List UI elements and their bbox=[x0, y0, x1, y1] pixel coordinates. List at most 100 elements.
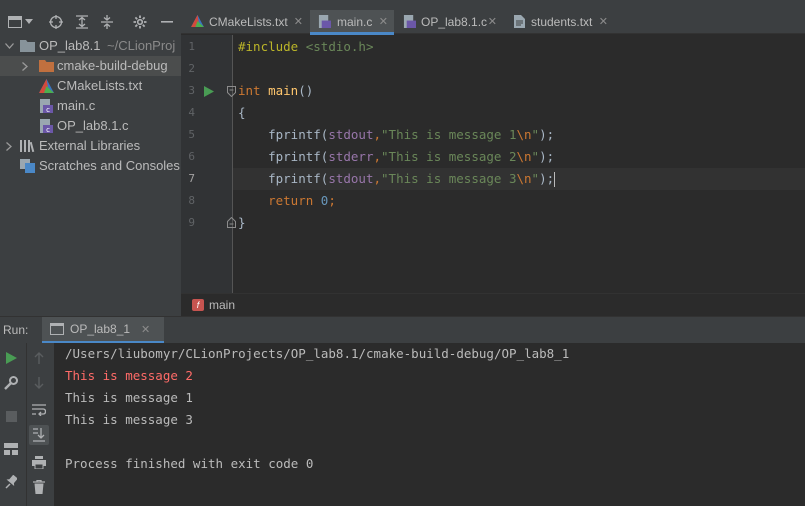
code-line-3: int main() bbox=[238, 83, 313, 98]
project-toolbar bbox=[0, 10, 181, 34]
stop-icon[interactable] bbox=[2, 407, 20, 425]
locate-file-icon[interactable] bbox=[47, 13, 65, 31]
tree-item-scratches[interactable]: Scratches and Consoles bbox=[0, 156, 181, 176]
up-arrow-icon[interactable] bbox=[30, 349, 48, 367]
tab-op-lab8-1-c[interactable]: OP_lab8.1.c ✕ bbox=[395, 10, 503, 34]
quote-token: " bbox=[531, 127, 540, 142]
call-token: fprintf( bbox=[268, 149, 329, 164]
wrench-icon[interactable] bbox=[2, 374, 20, 392]
code-line-5: fprintf(stdout,"This is message 1\n"); bbox=[238, 127, 554, 142]
fold-marker-icon[interactable] bbox=[227, 216, 236, 231]
trash-icon[interactable] bbox=[30, 478, 48, 496]
run-panel-header: Run: OP_lab8_1 ✕ bbox=[0, 316, 805, 344]
library-icon bbox=[20, 139, 35, 153]
quote-token: " bbox=[531, 171, 540, 186]
down-arrow-icon[interactable] bbox=[30, 374, 48, 392]
code-line-9: } bbox=[238, 215, 246, 230]
semicolon-token: ; bbox=[328, 193, 336, 208]
run-label: Run: bbox=[3, 323, 29, 337]
gutter-divider bbox=[232, 35, 233, 293]
string-token: "This is message 2 bbox=[381, 149, 517, 164]
call-token: fprintf( bbox=[268, 127, 329, 142]
line-number: 9 bbox=[188, 216, 195, 229]
tree-item-project-root[interactable]: OP_lab8.1 ~/CLionProj bbox=[0, 36, 181, 56]
text-caret bbox=[554, 172, 556, 187]
tree-item-external-libraries[interactable]: External Libraries bbox=[0, 136, 181, 156]
tree-item-cmakelists[interactable]: CMakeLists.txt bbox=[0, 76, 181, 96]
breadcrumb-item[interactable]: main bbox=[209, 298, 235, 312]
quote-token: " bbox=[531, 149, 540, 164]
tab-label: CMakeLists.txt bbox=[209, 15, 288, 29]
stream-token: stdout bbox=[328, 127, 374, 142]
tree-item-label: OP_lab8.1.c bbox=[57, 118, 129, 133]
line-number: 4 bbox=[188, 106, 195, 119]
code-line-1: #include <stdio.h> bbox=[238, 39, 373, 54]
close-icon[interactable]: ✕ bbox=[141, 323, 150, 336]
tree-item-cmake-build-debug[interactable]: cmake-build-debug bbox=[0, 56, 181, 76]
comma-token: , bbox=[373, 127, 382, 142]
fold-marker-icon[interactable] bbox=[227, 85, 236, 100]
close-icon[interactable]: ✕ bbox=[599, 15, 608, 28]
pin-icon[interactable] bbox=[2, 473, 20, 491]
chevron-right-icon[interactable] bbox=[19, 60, 31, 72]
run-tab[interactable]: OP_lab8_1 ✕ bbox=[42, 317, 164, 344]
tree-item-label: cmake-build-debug bbox=[57, 58, 168, 73]
escape-token: \n bbox=[516, 171, 532, 186]
print-icon[interactable] bbox=[30, 453, 48, 471]
expand-all-icon[interactable] bbox=[73, 13, 91, 31]
tree-item-main-c[interactable]: c main.c bbox=[0, 96, 181, 116]
scratches-icon bbox=[20, 159, 35, 173]
close-icon[interactable]: ✕ bbox=[294, 15, 303, 28]
gear-icon[interactable] bbox=[131, 13, 149, 31]
layout-icon[interactable] bbox=[2, 440, 20, 458]
console-icon bbox=[50, 323, 64, 338]
brace-token: { bbox=[238, 105, 246, 120]
close-icon[interactable]: ✕ bbox=[379, 15, 388, 28]
console-line-stderr: This is message 2 bbox=[65, 368, 193, 383]
run-gutter-icon[interactable] bbox=[204, 85, 214, 100]
line-number: 3 bbox=[188, 84, 195, 97]
tab-cmakelists[interactable]: CMakeLists.txt ✕ bbox=[181, 10, 309, 34]
stream-token: stderr bbox=[328, 149, 374, 164]
call-token: fprintf( bbox=[268, 171, 329, 186]
chevron-right-icon[interactable] bbox=[3, 140, 15, 152]
console-line-exit: Process finished with exit code 0 bbox=[65, 456, 314, 471]
tab-label: main.c bbox=[337, 15, 373, 29]
console-line-command: /Users/liubomyr/CLionProjects/OP_lab8.1/… bbox=[65, 346, 570, 361]
close-icon[interactable]: ✕ bbox=[488, 15, 497, 28]
c-file-icon: c bbox=[39, 119, 54, 134]
tab-students-txt[interactable]: students.txt ✕ bbox=[504, 10, 614, 34]
code-editor[interactable] bbox=[233, 35, 805, 293]
stream-token: stdout bbox=[328, 171, 374, 186]
tree-item-op-lab8-1-c[interactable]: c OP_lab8.1.c bbox=[0, 116, 181, 136]
dropdown-arrow-icon[interactable] bbox=[20, 13, 38, 31]
text-file-icon bbox=[514, 15, 525, 31]
chevron-down-icon[interactable] bbox=[3, 40, 15, 52]
line-number: 2 bbox=[188, 62, 195, 75]
close-token: ); bbox=[539, 171, 555, 186]
line-number: 7 bbox=[188, 172, 195, 185]
scroll-to-end-icon[interactable] bbox=[29, 425, 49, 445]
tree-item-label: CMakeLists.txt bbox=[57, 78, 143, 93]
svg-text:c: c bbox=[46, 106, 50, 113]
preprocessor-token: #include bbox=[238, 39, 299, 54]
tab-main-c[interactable]: main.c ✕ bbox=[310, 10, 394, 35]
escape-token: \n bbox=[516, 149, 532, 164]
collapse-all-icon[interactable] bbox=[98, 13, 116, 31]
c-file-icon: c bbox=[39, 99, 54, 114]
tree-item-label: Scratches and Consoles bbox=[39, 158, 180, 173]
tree-item-path: ~/CLionProj bbox=[107, 38, 176, 53]
svg-text:c: c bbox=[46, 126, 50, 133]
escape-token: \n bbox=[516, 127, 532, 142]
console-line-stdout: This is message 1 bbox=[65, 390, 193, 405]
c-file-icon bbox=[403, 15, 416, 31]
tree-item-label: External Libraries bbox=[39, 138, 141, 153]
code-line-7: fprintf(stdout,"This is message 3\n"); bbox=[238, 171, 556, 187]
line-number: 8 bbox=[188, 194, 195, 207]
function-name-token: main bbox=[268, 83, 299, 98]
keyword-token: int bbox=[238, 83, 261, 98]
hide-panel-icon[interactable] bbox=[158, 13, 176, 31]
soft-wrap-icon[interactable] bbox=[30, 401, 48, 419]
tab-label: OP_lab8.1.c bbox=[421, 15, 488, 29]
rerun-icon[interactable] bbox=[2, 349, 20, 367]
